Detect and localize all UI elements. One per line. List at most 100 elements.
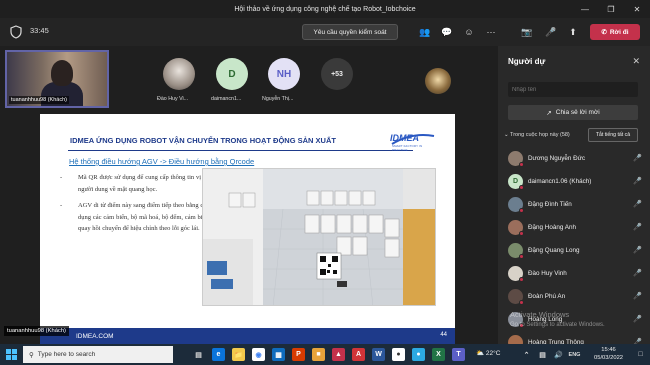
chrome-icon[interactable]: ◉ xyxy=(252,348,265,361)
bullet-item: - Mã QR được sử dụng để cung cấp thông ti… xyxy=(60,172,220,195)
pdf-icon[interactable]: A xyxy=(352,348,365,361)
mic-off-icon[interactable]: 🎤 xyxy=(633,154,642,162)
reactions-icon[interactable]: ☺ xyxy=(462,25,476,39)
store-icon[interactable]: ▦ xyxy=(272,348,285,361)
presenter-head xyxy=(51,60,73,86)
close-icon[interactable]: ✕ xyxy=(624,0,650,18)
slide-page-number: 44 xyxy=(440,332,447,338)
mute-all-button[interactable]: Tắt tiếng tất cả xyxy=(588,128,638,142)
more-options-icon[interactable]: ⋯ xyxy=(484,25,498,39)
participant-name: daimancn1.06 (Khách) xyxy=(528,178,592,185)
participant-row[interactable]: Đặng Hoàng Anh 🎤 xyxy=(498,217,650,240)
file-explorer-icon[interactable]: 📁 xyxy=(232,348,245,361)
window-controls: — ❐ ✕ xyxy=(572,0,650,18)
participant-name: Dương Nguyễn Đức xyxy=(528,155,586,162)
network-icon[interactable]: ▤ xyxy=(536,348,549,361)
restore-icon[interactable]: ❐ xyxy=(598,0,624,18)
participant-row[interactable]: Đặng Đình Tiến 🎤 xyxy=(498,194,650,217)
clock-date: 05/03/2022 xyxy=(594,355,624,361)
slide-bullets: - Mã QR được sử dụng để cung cấp thông ti… xyxy=(60,172,220,240)
app-icon[interactable]: ● xyxy=(392,348,405,361)
camera-off-icon[interactable]: 📷 xyxy=(520,25,534,39)
taskbar-search[interactable]: ⚲ Type here to search xyxy=(23,346,173,363)
mic-off-icon[interactable]: 🎤 xyxy=(633,315,642,323)
edge-icon[interactable]: e xyxy=(212,348,225,361)
participant-avatar xyxy=(508,197,524,213)
people-icon[interactable]: 👥 xyxy=(418,25,432,39)
shared-content-stage: IDMEA ỨNG DỤNG ROBOT VẬN CHUYỂN TRONG HO… xyxy=(0,110,498,344)
window-titlebar: Hội thảo về ứng dụng công nghệ chế tạo R… xyxy=(0,0,650,18)
search-input[interactable] xyxy=(512,86,622,93)
participant-row[interactable]: Đào Huy Vinh 🎤 xyxy=(498,263,650,286)
volume-icon[interactable]: 🔊 xyxy=(552,348,565,361)
notification-icon[interactable]: □ xyxy=(634,348,647,361)
participant-avatar[interactable]: NH xyxy=(268,58,300,90)
participant-name: Đào Huy Vinh xyxy=(528,270,567,277)
participant-avatar xyxy=(508,243,524,259)
excel-icon[interactable]: X xyxy=(432,348,445,361)
chat-icon[interactable]: 💬 xyxy=(440,25,454,39)
task-view-icon[interactable]: ▤ xyxy=(192,348,205,361)
participant-avatar[interactable] xyxy=(163,58,195,90)
mic-off-icon[interactable]: 🎤 xyxy=(633,269,642,277)
presentation-slide: IDMEA ỨNG DỤNG ROBOT VẬN CHUYỂN TRONG HO… xyxy=(40,114,455,344)
search-icon: ⚲ xyxy=(29,351,34,359)
participant-name: Đặng Hoàng Anh xyxy=(528,224,576,231)
weather-widget[interactable]: ⛅ 22°C xyxy=(476,349,500,357)
language-indicator[interactable]: ENG xyxy=(568,348,581,361)
app-icon[interactable]: ● xyxy=(412,348,425,361)
participant-strip: tuananhhuu98 (Khách) Đào Huy Vi... D dai… xyxy=(0,46,498,110)
mic-off-icon[interactable]: 🎤 xyxy=(633,223,642,231)
presenter-video-tile[interactable]: tuananhhuu98 (Khách) xyxy=(5,50,109,108)
participant-row[interactable]: Ddaimancn1.06 (Khách) 🎤 xyxy=(498,171,650,194)
idmea-logo: IDMEA SMART FACTORY IN PRACTICE xyxy=(388,130,436,152)
leave-button[interactable]: ✆ Rời đi xyxy=(590,24,640,40)
mic-off-icon[interactable]: 🎤 xyxy=(633,200,642,208)
share-invite-label: Chia sẻ lời mời xyxy=(555,109,600,116)
teams-icon[interactable]: T xyxy=(452,348,465,361)
participant-search[interactable] xyxy=(508,82,638,97)
meeting-section-label[interactable]: ⌄ Trong cuộc họp này (58) xyxy=(504,132,570,138)
participant-avatar[interactable] xyxy=(425,68,451,94)
powerpoint-icon[interactable]: P xyxy=(292,348,305,361)
participant-name: Đặng Quang Long xyxy=(528,247,580,254)
mic-off-icon[interactable]: 🎤 xyxy=(544,25,558,39)
watermark-subtitle: Go to Settings to activate Windows. xyxy=(510,322,605,328)
close-panel-icon[interactable]: ✕ xyxy=(632,56,640,67)
participant-row[interactable]: Dương Nguyễn Đức 🎤 xyxy=(498,148,650,171)
minimize-icon[interactable]: — xyxy=(572,0,598,18)
clock[interactable]: 15:46 05/03/2022 xyxy=(594,346,623,362)
windows-start-icon[interactable] xyxy=(6,349,17,360)
windows-taskbar: ⚲ Type here to search ▤ e 📁 ◉ ▦ P ■ ▲ A … xyxy=(0,344,650,365)
slide-header: IDMEA ỨNG DỤNG ROBOT VẬN CHUYỂN TRONG HO… xyxy=(40,128,455,152)
participant-row[interactable]: Đặng Quang Long 🎤 xyxy=(498,240,650,263)
app-icon[interactable]: ■ xyxy=(312,348,325,361)
meeting-toolbar: 33:45 Yêu cầu quyền kiểm soát 👥 💬 ☺ ⋯ 📷 … xyxy=(0,18,650,46)
factory-simulation-image xyxy=(202,168,436,306)
shield-icon xyxy=(10,25,22,39)
clock-time: 15:46 xyxy=(601,347,616,353)
status-dot xyxy=(519,185,524,190)
system-tray-icon[interactable]: ⌃ xyxy=(520,348,533,361)
share-icon: ↗ xyxy=(546,109,552,117)
participant-avatar[interactable]: D xyxy=(216,58,248,90)
mic-off-icon[interactable]: 🎤 xyxy=(633,177,642,185)
word-icon[interactable]: W xyxy=(372,348,385,361)
presenter-name: tuananhhuu98 (Khách) xyxy=(9,96,69,104)
participant-row[interactable]: Đoàn Phú An 🎤 xyxy=(498,286,650,309)
share-tray-icon[interactable]: ⬆ xyxy=(566,25,580,39)
weather-temp: 22°C xyxy=(485,350,501,357)
participant-avatar xyxy=(508,220,524,236)
more-participants-button[interactable]: +53 xyxy=(321,58,353,90)
meeting-timer: 33:45 xyxy=(30,26,49,35)
share-invite-button[interactable]: ↗ Chia sẻ lời mời xyxy=(508,105,638,120)
mic-off-icon[interactable]: 🎤 xyxy=(633,292,642,300)
panel-title: Người dự xyxy=(508,57,546,66)
app-icon[interactable]: ▲ xyxy=(332,348,345,361)
section-text: Trong cuộc họp này (58) xyxy=(510,132,570,138)
request-control-button[interactable]: Yêu cầu quyền kiểm soát xyxy=(302,24,398,40)
watermark-title: Activate Windows xyxy=(510,310,570,319)
slide-subtitle: Hệ thống điều hướng AGV -> Điều hướng bằ… xyxy=(69,157,255,166)
participant-label: Đào Huy Vi... xyxy=(157,96,189,102)
mic-off-icon[interactable]: 🎤 xyxy=(633,246,642,254)
